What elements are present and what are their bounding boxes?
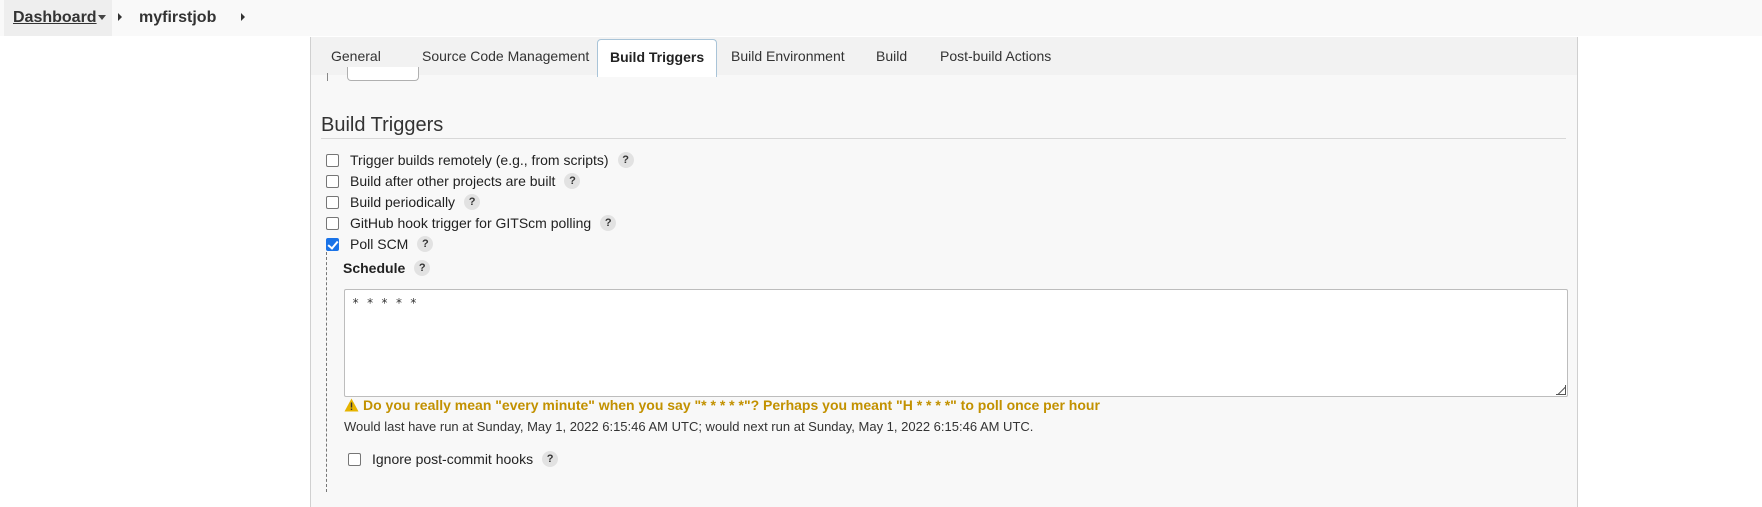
breadcrumb-dashboard-link[interactable]: Dashboard <box>13 8 97 28</box>
warning-icon <box>344 398 359 412</box>
trigger-periodically-row: Build periodically ? <box>326 193 481 211</box>
breadcrumb: Dashboard myfirstjob <box>0 0 1762 36</box>
config-tabbar: General Source Code Management Build Tri… <box>311 37 1577 77</box>
section-divider <box>321 138 1566 139</box>
tab-build-triggers[interactable]: Build Triggers <box>597 39 718 77</box>
trigger-after-other-checkbox[interactable] <box>326 174 339 188</box>
previous-section-button-edge <box>347 67 419 81</box>
trigger-remote-row: Trigger builds remotely (e.g., from scri… <box>326 151 634 169</box>
help-icon[interactable]: ? <box>542 451 559 467</box>
help-icon[interactable]: ? <box>617 152 634 168</box>
schedule-textarea[interactable]: * * * * * <box>344 289 1568 397</box>
chevron-down-icon[interactable] <box>98 15 106 20</box>
help-icon[interactable]: ? <box>464 194 481 210</box>
trigger-after-other-row: Build after other projects are built ? <box>326 172 581 190</box>
breadcrumb-job-link[interactable]: myfirstjob <box>139 8 216 28</box>
textarea-resize-handle[interactable] <box>1556 385 1566 395</box>
trigger-after-other-label[interactable]: Build after other projects are built <box>350 173 555 189</box>
help-icon[interactable]: ? <box>414 260 431 276</box>
trigger-periodically-label[interactable]: Build periodically <box>350 194 455 210</box>
schedule-warning: Do you really mean "every minute" when y… <box>344 397 1100 413</box>
nested-config-guide <box>326 252 327 492</box>
trigger-poll-scm-checkbox[interactable] <box>326 237 339 251</box>
help-icon[interactable]: ? <box>564 173 581 189</box>
trigger-github-hook-row: GitHub hook trigger for GITScm polling ? <box>326 214 617 232</box>
ignore-post-commit-row: Ignore post-commit hooks ? <box>348 450 559 468</box>
trigger-poll-scm-row: Poll SCM ? <box>326 235 434 253</box>
schedule-run-info: Would last have run at Sunday, May 1, 20… <box>344 419 1034 434</box>
schedule-warning-text: Do you really mean "every minute" when y… <box>363 397 1100 413</box>
tab-build-environment[interactable]: Build Environment <box>719 37 857 75</box>
previous-section-line <box>327 73 328 81</box>
trigger-github-hook-label[interactable]: GitHub hook trigger for GITScm polling <box>350 215 591 231</box>
chevron-right-icon[interactable] <box>118 13 122 21</box>
schedule-label: Schedule <box>343 260 406 276</box>
trigger-poll-scm-label[interactable]: Poll SCM <box>350 236 408 252</box>
ignore-post-commit-label[interactable]: Ignore post-commit hooks <box>372 451 533 467</box>
schedule-label-row: Schedule ? <box>343 260 431 276</box>
chevron-right-icon[interactable] <box>241 13 245 21</box>
trigger-remote-checkbox[interactable] <box>326 153 339 167</box>
tab-post-build-actions[interactable]: Post-build Actions <box>928 37 1063 75</box>
config-panel: General Source Code Management Build Tri… <box>310 37 1578 507</box>
help-icon[interactable]: ? <box>600 215 617 231</box>
help-icon[interactable]: ? <box>417 236 434 252</box>
trigger-remote-label[interactable]: Trigger builds remotely (e.g., from scri… <box>350 152 609 168</box>
ignore-post-commit-checkbox[interactable] <box>348 452 361 466</box>
trigger-periodically-checkbox[interactable] <box>326 195 339 209</box>
tab-source-code-management[interactable]: Source Code Management <box>410 37 601 75</box>
tab-build[interactable]: Build <box>864 37 919 75</box>
trigger-github-hook-checkbox[interactable] <box>326 216 339 230</box>
section-title: Build Triggers <box>321 114 444 136</box>
